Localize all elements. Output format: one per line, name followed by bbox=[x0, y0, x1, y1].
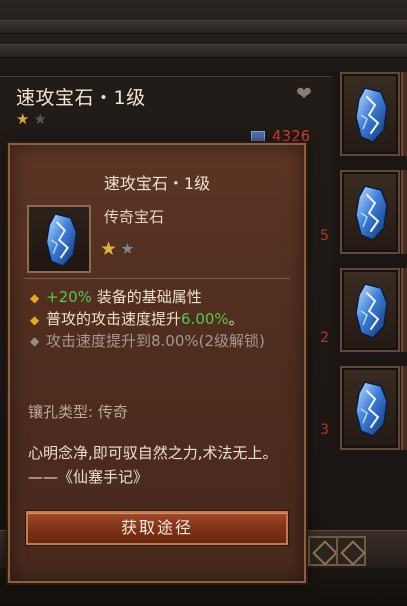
power-icon bbox=[251, 131, 265, 142]
tooltip-title: 速攻宝石・1级 bbox=[103, 174, 211, 193]
top-strip bbox=[0, 20, 407, 34]
affix-suffix: 。 bbox=[228, 310, 244, 328]
flavor-text: 心明念净,即可驭自然之力,术法无上。——《仙塞手记》 bbox=[28, 444, 278, 486]
tooltip-stars: ★ ★ bbox=[100, 238, 137, 261]
blue-gem-icon bbox=[351, 182, 391, 244]
star-filled-icon: ★ bbox=[100, 238, 118, 260]
top-strip bbox=[0, 44, 407, 58]
socket-label: 镶孔类型: bbox=[28, 403, 94, 421]
star-empty-icon: ★ bbox=[119, 238, 137, 261]
inventory-slot[interactable] bbox=[340, 366, 400, 450]
inventory-slot[interactable] bbox=[340, 170, 400, 254]
divider bbox=[24, 278, 290, 279]
gem-icon-frame bbox=[27, 205, 91, 273]
diamond-bullet-icon: ◆ bbox=[30, 313, 40, 327]
item-title: 速攻宝石・1级 bbox=[16, 87, 146, 109]
heart-icon[interactable]: ❤ bbox=[296, 83, 312, 105]
side-fragment: 2 bbox=[320, 330, 329, 346]
blue-gem-icon bbox=[41, 211, 81, 269]
slot-edge bbox=[401, 268, 407, 352]
blue-gem-icon bbox=[351, 378, 391, 440]
socket-value: 传奇 bbox=[97, 403, 128, 421]
top-frame bbox=[0, 0, 407, 70]
affix-text: 装备的基础属性 bbox=[91, 288, 202, 306]
star-filled-icon: ★ bbox=[16, 110, 30, 128]
affix-value: 6.00% bbox=[181, 310, 229, 328]
rarity-label: 传奇宝石 bbox=[104, 208, 165, 226]
slot-edge bbox=[401, 170, 407, 254]
inventory-slot[interactable] bbox=[340, 268, 400, 352]
blue-gem-icon bbox=[351, 84, 391, 146]
item-stars: ★ ★ bbox=[16, 110, 47, 128]
affix-line: ◆ +20% 装备的基础属性 bbox=[30, 287, 296, 309]
affix-line-locked: ◆ 攻击速度提升到8.00%(2级解锁) bbox=[30, 331, 296, 352]
star-empty-icon: ★ bbox=[33, 110, 47, 128]
diamond-bullet-icon: ◆ bbox=[30, 334, 40, 348]
acquire-button[interactable]: 获取途径 bbox=[26, 511, 288, 545]
inventory-slot[interactable] bbox=[340, 72, 400, 156]
gem-tooltip: 速攻宝石・1级 传奇宝石 ★ ★ ◆ +20% 装备的基础属性 ◆ 普攻的攻击速度提升… bbox=[8, 143, 306, 583]
affix-value: +20% bbox=[46, 288, 92, 306]
diamond-bullet-icon: ◆ bbox=[30, 291, 40, 305]
socket-type: 镶孔类型: 传奇 bbox=[28, 401, 128, 422]
blue-gem-icon bbox=[351, 280, 391, 342]
affix-text: 普攻的攻击速度提升 bbox=[46, 310, 182, 328]
slot-edge bbox=[401, 366, 407, 450]
affix-line: ◆ 普攻的攻击速度提升6.00%。 bbox=[30, 309, 296, 331]
affix-text: 攻击速度提升到8.00%(2级解锁) bbox=[46, 332, 265, 350]
side-fragment: 5 bbox=[320, 228, 329, 244]
slot-edge bbox=[401, 72, 407, 156]
side-fragment: 3 bbox=[320, 422, 329, 438]
ornament-icon bbox=[336, 536, 366, 566]
ornament-icon bbox=[308, 536, 338, 566]
